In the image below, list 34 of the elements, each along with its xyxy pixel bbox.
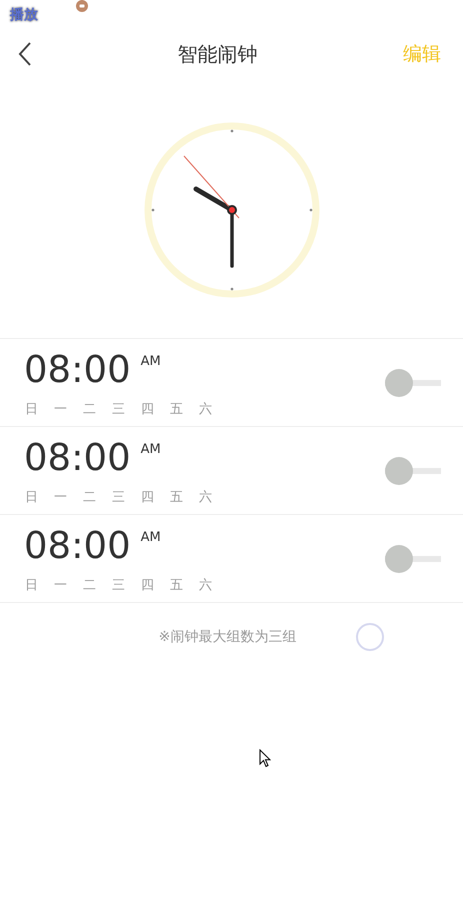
weekday-label: 四: [141, 400, 154, 418]
weekday-label: 五: [170, 488, 183, 506]
record-label: 播放: [10, 6, 38, 24]
back-icon[interactable]: [18, 41, 32, 67]
weekday-label: 六: [199, 488, 212, 506]
touch-indicator-icon: [356, 623, 384, 651]
weekday-label: 三: [112, 576, 125, 594]
period-label: AM: [140, 442, 161, 456]
weekday-label: 三: [112, 400, 125, 418]
period-label: AM: [140, 530, 161, 544]
alarm-time: 08:00: [24, 348, 131, 392]
edit-button[interactable]: 编辑: [403, 41, 441, 67]
weekday-label: 日: [25, 400, 38, 418]
weekday-label: 六: [199, 576, 212, 594]
weekday-label: 一: [54, 576, 67, 594]
alarm-time: 08:00: [24, 524, 131, 568]
cursor-icon: [259, 749, 271, 768]
weekday-label: 日: [25, 488, 38, 506]
weekday-label: 二: [83, 488, 96, 506]
alarm-time: 08:00: [24, 436, 131, 480]
page-title: 智能闹钟: [178, 40, 258, 68]
weekday-label: 二: [83, 400, 96, 418]
weekday-label: 四: [141, 576, 154, 594]
weekday-label: 四: [141, 488, 154, 506]
weekday-label: 日: [25, 576, 38, 594]
weekday-label: 三: [112, 488, 125, 506]
weekday-label: 一: [54, 488, 67, 506]
weekday-label: 二: [83, 576, 96, 594]
weekday-label: 一: [54, 400, 67, 418]
weekday-label: 六: [199, 400, 212, 418]
limit-note: ※闹钟最大组数为三组: [158, 628, 296, 646]
weekday-label: 五: [170, 576, 183, 594]
weekday-label: 五: [170, 400, 183, 418]
period-label: AM: [140, 354, 161, 368]
